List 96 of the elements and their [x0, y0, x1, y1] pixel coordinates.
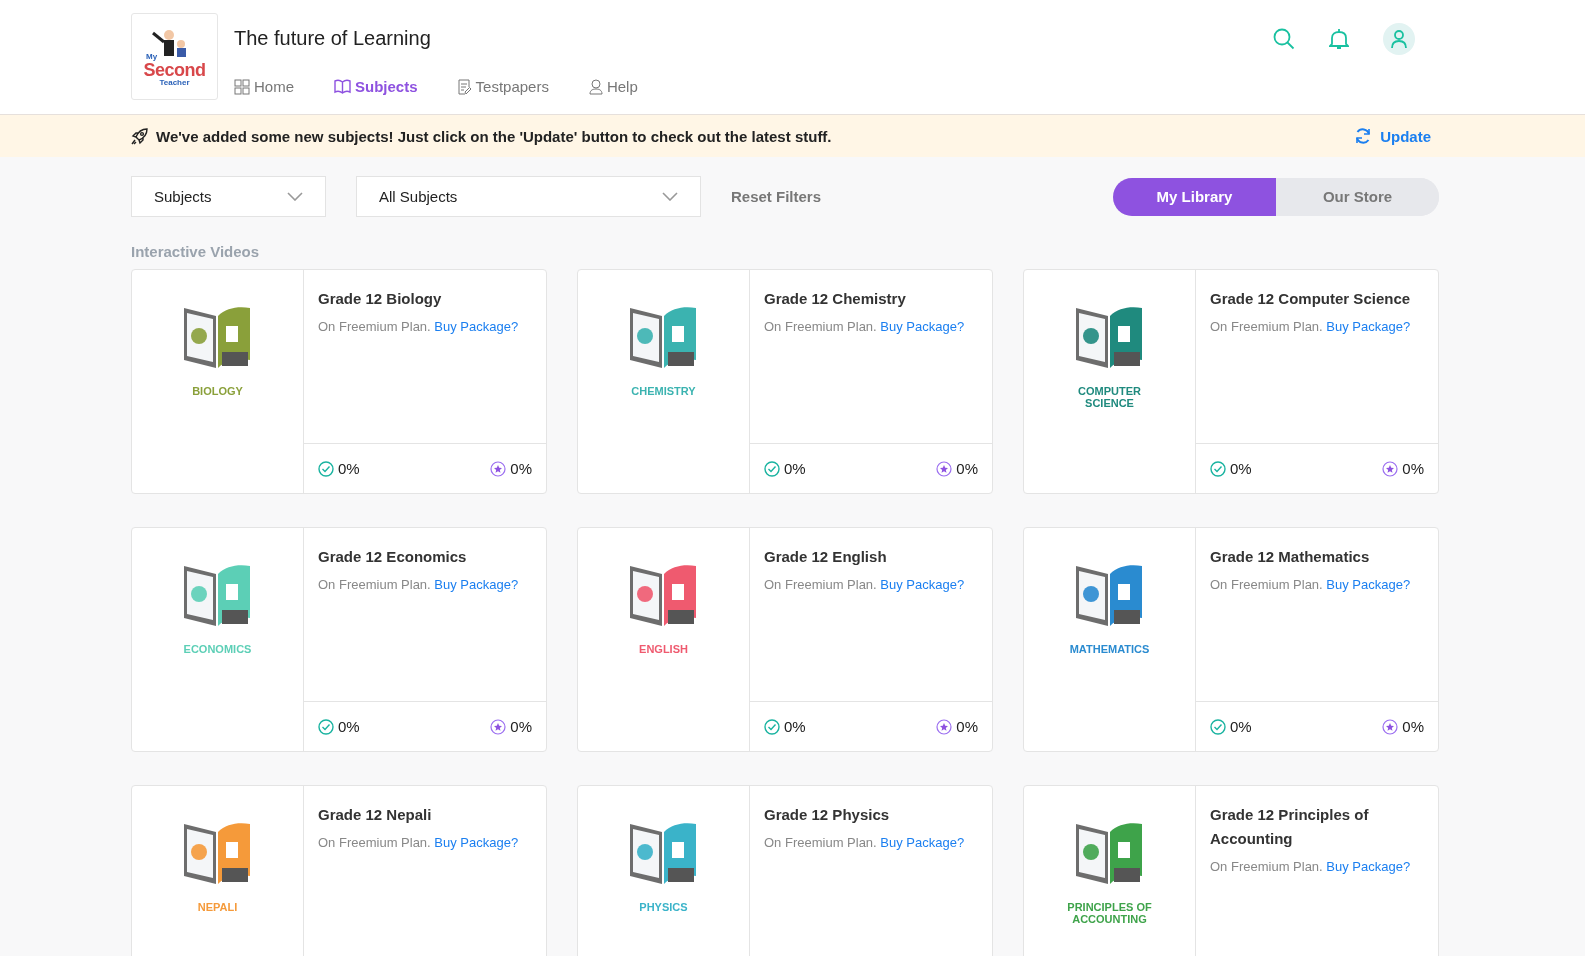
- star-circle-icon: [490, 460, 507, 477]
- course-card[interactable]: COMPUTER SCIENCE Grade 12 Computer Science On Freemium Plan. Buy Package? 0% 0%: [1023, 269, 1439, 494]
- check-circle-icon: [1210, 718, 1226, 735]
- rating-value: 0%: [510, 460, 532, 477]
- plan-text: On Freemium Plan. Buy Package?: [318, 319, 520, 334]
- nav-link[interactable]: Subjects: [334, 78, 418, 95]
- plan-text: On Freemium Plan. Buy Package?: [764, 577, 966, 592]
- subject-caption: ECONOMICS: [182, 644, 253, 656]
- logo-text: Second: [143, 60, 206, 79]
- completion-value: 0%: [1230, 718, 1252, 735]
- subject-caption: BIOLOGY: [191, 386, 244, 398]
- grid-icon: [234, 78, 250, 95]
- section-heading: Interactive Videos: [131, 243, 261, 260]
- star-circle-icon: [1382, 718, 1399, 735]
- completion-value: 0%: [784, 718, 806, 735]
- chevron-down-icon: [287, 192, 303, 201]
- check-circle-icon: [318, 718, 334, 735]
- course-card[interactable]: PHYSICS Grade 12 Physics On Freemium Plan. Buy Package?: [577, 785, 993, 956]
- logo-text: Teacher: [159, 78, 190, 87]
- completion-value: 0%: [338, 460, 360, 477]
- person-icon: [588, 78, 603, 95]
- course-title: Grade 12 Chemistry: [764, 289, 907, 309]
- course-title: Grade 12 Principles of Accounting: [1210, 805, 1370, 849]
- buy-package-link[interactable]: Buy Package?: [880, 319, 965, 334]
- nav-link[interactable]: Help: [588, 78, 638, 95]
- site-title: The future of Learning: [234, 27, 432, 50]
- course-title: Grade 12 English: [764, 547, 888, 567]
- subject-caption: MATHEMATICS: [1068, 644, 1151, 656]
- rating-value: 0%: [956, 718, 978, 735]
- course-title: Grade 12 Mathematics: [1210, 547, 1371, 567]
- star-circle-icon: [1382, 460, 1399, 477]
- chevron-down-icon: [662, 192, 678, 201]
- buy-package-link[interactable]: Buy Package?: [880, 577, 965, 592]
- nav-link[interactable]: Testpapers: [457, 78, 549, 95]
- check-circle-icon: [318, 460, 334, 477]
- rating-value: 0%: [956, 460, 978, 477]
- subject-caption: NEPALI: [196, 902, 239, 914]
- plan-text: On Freemium Plan. Buy Package?: [1210, 859, 1412, 874]
- type-dropdown[interactable]: Subjects: [131, 176, 326, 217]
- subject-caption: CHEMISTRY: [630, 386, 697, 398]
- course-card[interactable]: ENGLISH Grade 12 English On Freemium Plan. Buy Package? 0% 0%: [577, 527, 993, 752]
- star-circle-icon: [936, 718, 953, 735]
- nav-link[interactable]: Home: [234, 78, 294, 95]
- rocket-icon: [131, 127, 148, 145]
- course-title: Grade 12 Computer Science: [1210, 289, 1412, 309]
- plan-text: On Freemium Plan. Buy Package?: [764, 835, 966, 850]
- buy-package-link[interactable]: Buy Package?: [434, 319, 519, 334]
- update-link[interactable]: Update: [1354, 127, 1431, 145]
- course-title: Grade 12 Physics: [764, 805, 891, 825]
- library-tab[interactable]: My Library: [1113, 177, 1276, 216]
- search-icon[interactable]: [1273, 28, 1295, 50]
- course-card[interactable]: ECONOMICS Grade 12 Economics On Freemium Plan. Buy Package? 0% 0%: [131, 527, 547, 752]
- completion-value: 0%: [338, 718, 360, 735]
- course-card[interactable]: CHEMISTRY Grade 12 Chemistry On Freemium Plan. Buy Package? 0% 0%: [577, 269, 993, 494]
- course-title: Grade 12 Nepali: [318, 805, 433, 825]
- buy-package-link[interactable]: Buy Package?: [1326, 577, 1411, 592]
- star-circle-icon: [936, 460, 953, 477]
- subject-caption: PHYSICS: [638, 902, 689, 914]
- course-card[interactable]: BIOLOGY Grade 12 Biology On Freemium Plan. Buy Package? 0% 0%: [131, 269, 547, 494]
- plan-text: On Freemium Plan. Buy Package?: [318, 577, 520, 592]
- book-icon: [334, 79, 351, 94]
- document-icon: [457, 78, 472, 95]
- notification-bell-icon[interactable]: [1329, 28, 1349, 50]
- logo[interactable]: My Second Teacher: [131, 13, 218, 100]
- rating-value: 0%: [1402, 718, 1424, 735]
- completion-value: 0%: [1230, 460, 1252, 477]
- buy-package-link[interactable]: Buy Package?: [1326, 859, 1411, 874]
- subject-caption: PRINCIPLES OF ACCOUNTING: [1066, 902, 1153, 926]
- plan-text: On Freemium Plan. Buy Package?: [318, 835, 520, 850]
- plan-text: On Freemium Plan. Buy Package?: [1210, 319, 1412, 334]
- rating-value: 0%: [510, 718, 532, 735]
- course-card[interactable]: PRINCIPLES OF ACCOUNTING Grade 12 Principles of Accounting On Freemium Plan. Buy Package?: [1023, 785, 1439, 956]
- check-circle-icon: [764, 460, 780, 477]
- check-circle-icon: [1210, 460, 1226, 477]
- plan-text: On Freemium Plan. Buy Package?: [764, 319, 966, 334]
- buy-package-link[interactable]: Buy Package?: [434, 577, 519, 592]
- refresh-icon: [1354, 127, 1373, 145]
- plan-text: On Freemium Plan. Buy Package?: [1210, 577, 1412, 592]
- logo-text: My: [146, 52, 158, 61]
- course-card[interactable]: NEPALI Grade 12 Nepali On Freemium Plan. Buy Package?: [131, 785, 547, 956]
- rating-value: 0%: [1402, 460, 1424, 477]
- buy-package-link[interactable]: Buy Package?: [880, 835, 965, 850]
- course-title: Grade 12 Economics: [318, 547, 468, 567]
- reset-filters-link[interactable]: Reset Filters: [731, 188, 1113, 205]
- course-title: Grade 12 Biology: [318, 289, 443, 309]
- user-avatar-icon[interactable]: [1383, 23, 1415, 55]
- completion-value: 0%: [784, 460, 806, 477]
- subject-dropdown[interactable]: All Subjects: [356, 176, 701, 217]
- banner-message: We've added some new subjects! Just click on the 'Update' button to check out the latest stuff.: [156, 127, 833, 145]
- buy-package-link[interactable]: Buy Package?: [1326, 319, 1411, 334]
- buy-package-link[interactable]: Buy Package?: [434, 835, 519, 850]
- course-card[interactable]: MATHEMATICS Grade 12 Mathematics On Freemium Plan. Buy Package? 0% 0%: [1023, 527, 1439, 752]
- subject-caption: ENGLISH: [638, 644, 689, 656]
- star-circle-icon: [490, 718, 507, 735]
- check-circle-icon: [764, 718, 780, 735]
- subject-caption: COMPUTER SCIENCE: [1077, 386, 1142, 410]
